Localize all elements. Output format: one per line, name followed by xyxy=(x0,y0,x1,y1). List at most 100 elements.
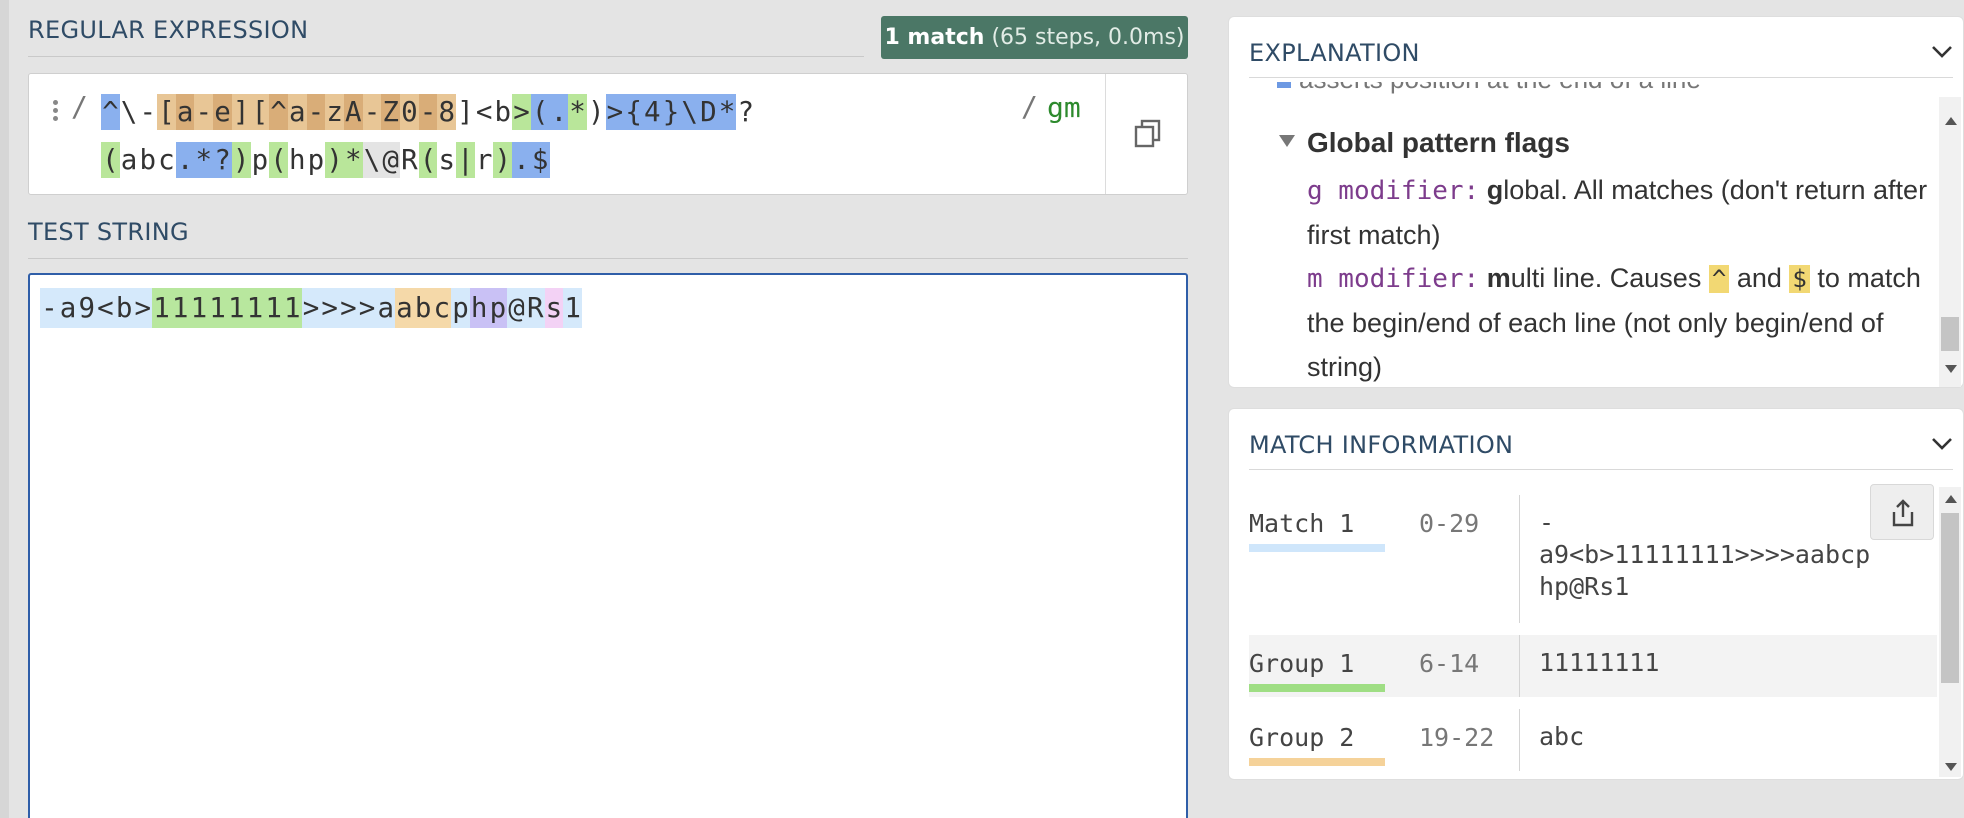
regex-token-char: R xyxy=(401,144,418,176)
test-string-char: R xyxy=(525,288,545,328)
group-name: Group 2 xyxy=(1249,723,1387,766)
regex-token-char: h xyxy=(288,144,306,176)
test-string-char: 1 xyxy=(282,288,302,328)
regex-token-char: ] xyxy=(457,96,474,128)
export-matches-button[interactable] xyxy=(1870,484,1934,540)
group-row[interactable]: Group 1 6-14 11111111 xyxy=(1249,635,1937,697)
delimiter-open: / xyxy=(71,90,88,123)
regex-token-char: A xyxy=(343,94,363,130)
regex-token-char: r xyxy=(475,144,493,176)
match-count: 1 match xyxy=(884,25,985,50)
regex-token-char: b xyxy=(139,144,156,176)
match-value: - a9<b>11111111>>>>aabcp hp@Rs1 xyxy=(1539,508,1871,601)
regex-line-1[interactable]: ^\-[a-e][^a-zA-Z0-8]<b>(.*)>{4}\D*? xyxy=(101,92,755,132)
delimiter-close: / xyxy=(1021,90,1038,123)
match-steps: (65 steps, 0.0ms) xyxy=(991,25,1185,50)
test-string-char: > xyxy=(301,288,321,328)
regex-token-char: @ xyxy=(381,142,400,178)
test-string-editor[interactable]: -a9<b>11111111>>>>aabcphp@Rs1 xyxy=(28,273,1188,818)
regex-token-char: ) xyxy=(325,142,344,178)
test-string-char: @ xyxy=(507,288,526,328)
regex-token-char: * xyxy=(343,142,363,178)
test-string-char: 1 xyxy=(152,288,171,328)
regex-token-char: \ xyxy=(680,94,699,130)
chevron-down-icon[interactable] xyxy=(1931,437,1953,451)
regex-token-char: - xyxy=(418,94,438,130)
group-value: abc xyxy=(1539,722,1585,751)
test-string-char: 1 xyxy=(189,288,209,328)
copy-regex-button[interactable] xyxy=(1105,74,1188,194)
regex-token-char: - xyxy=(194,94,214,130)
test-string-char: s xyxy=(544,288,564,328)
column-divider xyxy=(1519,635,1520,697)
regex-token-char: a xyxy=(287,94,307,130)
regex-token-char: ( xyxy=(269,142,288,178)
regex-token-char: 0 xyxy=(400,94,419,130)
match-range: 0-29 xyxy=(1419,509,1480,538)
regex-token-char: c xyxy=(158,144,175,176)
explanation-divider xyxy=(1249,77,1953,78)
regex-token-char: D xyxy=(699,94,718,130)
regex-flags[interactable]: gm xyxy=(1047,91,1081,124)
regex-token-char: ^ xyxy=(101,94,120,130)
scroll-down-icon[interactable] xyxy=(1945,365,1957,373)
regex-token-char: ? xyxy=(213,142,232,178)
regex-token-char: ) xyxy=(587,96,605,128)
group-row[interactable]: Group 2 19-22 abc xyxy=(1249,709,1937,771)
explanation-scrollbar[interactable] xyxy=(1939,97,1961,387)
chevron-down-icon[interactable] xyxy=(1931,45,1953,59)
match-info-title: MATCH INFORMATION xyxy=(1249,431,1514,459)
test-title-divider xyxy=(28,258,1188,259)
test-string-char: - xyxy=(40,288,59,328)
test-string-char: 1 xyxy=(264,288,283,328)
explanation-panel: EXPLANATION asserts position at the end … xyxy=(1228,16,1964,388)
drag-handle-icon[interactable] xyxy=(53,100,59,124)
regex-token-char: ( xyxy=(101,142,120,178)
test-string-char: a xyxy=(395,288,414,328)
scroll-thumb[interactable] xyxy=(1941,317,1959,351)
regex-editor[interactable]: / ^\-[a-e][^a-zA-Z0-8]<b>(.*)>{4}\D*? (a… xyxy=(28,73,1188,195)
match-info-scrollbar[interactable] xyxy=(1939,487,1961,777)
group-name: Group 1 xyxy=(1249,649,1387,692)
test-string-char: 1 xyxy=(226,288,246,328)
match-row[interactable]: Match 1 0-29 - a9<b>11111111>>>>aabcp hp… xyxy=(1249,495,1937,623)
column-divider xyxy=(1519,495,1520,623)
regex-token-char: ? xyxy=(737,96,754,128)
regex-token-char: - xyxy=(306,94,326,130)
regex-token-char: p xyxy=(307,144,325,176)
match-summary-badge: 1 match (65 steps, 0.0ms) xyxy=(881,16,1188,59)
regex-token-char: . xyxy=(175,142,195,178)
match-information-panel: MATCH INFORMATION Match 1 0-29 - a9<b>11… xyxy=(1228,408,1964,780)
collapse-triangle-icon[interactable] xyxy=(1279,135,1295,147)
scroll-down-icon[interactable] xyxy=(1945,763,1957,771)
regex-token-char: Z xyxy=(381,94,400,130)
regex-token-char: ( xyxy=(418,142,438,178)
explanation-title: EXPLANATION xyxy=(1249,39,1420,67)
regex-title-divider xyxy=(28,56,864,57)
regex-token-char: [ xyxy=(157,94,176,130)
test-string-char: < xyxy=(96,288,115,328)
test-string-char: a xyxy=(58,288,78,328)
regex-section-title: REGULAR EXPRESSION xyxy=(28,16,309,44)
regex-token-char: - xyxy=(139,96,156,128)
regex-token-char: p xyxy=(251,144,269,176)
group-value: 11111111 xyxy=(1539,648,1660,677)
test-string-char: 1 xyxy=(208,288,227,328)
g-modifier-text: g modifier: global. All matches (don't r… xyxy=(1307,175,1928,250)
match-name: Match 1 xyxy=(1249,509,1387,552)
regex-line-2[interactable]: (abc.*?)p(hp)*\@R(s|r).$ xyxy=(101,140,550,180)
flags-heading[interactable]: Global pattern flags xyxy=(1279,127,1570,159)
scroll-up-icon[interactable] xyxy=(1945,495,1957,503)
test-section-title: TEST STRING xyxy=(28,218,189,246)
scroll-up-icon[interactable] xyxy=(1945,117,1957,125)
regex-token-char: ^ xyxy=(269,94,288,130)
regex-token-char: * xyxy=(194,142,214,178)
test-string-char: > xyxy=(339,288,358,328)
scroll-thumb[interactable] xyxy=(1941,513,1959,683)
group-range: 19-22 xyxy=(1419,723,1495,752)
test-string-char: 1 xyxy=(245,288,265,328)
regex-token-char: > xyxy=(605,94,625,130)
regex-token-char: * xyxy=(568,94,587,130)
regex-token-char: | xyxy=(456,142,475,178)
test-string-text[interactable]: -a9<b>11111111>>>>aabcphp@Rs1 xyxy=(40,288,582,328)
